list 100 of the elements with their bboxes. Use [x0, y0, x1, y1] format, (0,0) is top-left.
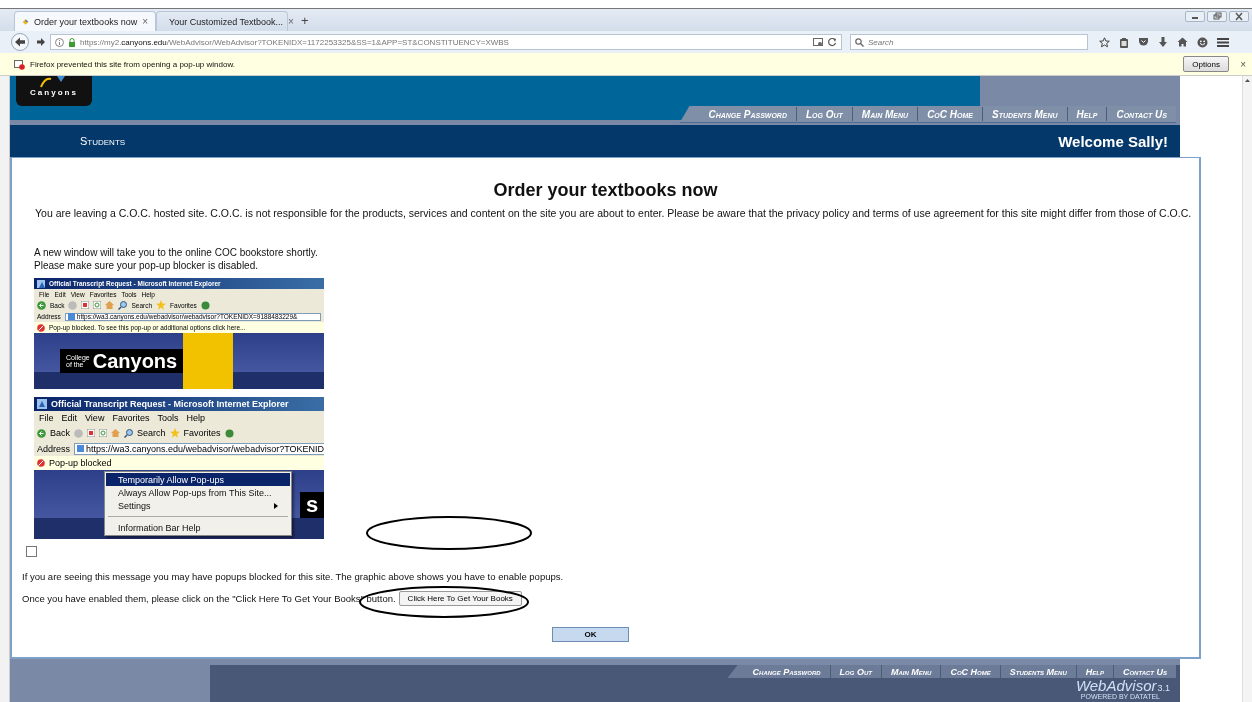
info-icon [55, 37, 64, 47]
download-icon[interactable] [1158, 36, 1168, 48]
brand-logo-text: WebAdvisor [1075, 678, 1157, 693]
page-icon [22, 16, 30, 27]
minimize-icon[interactable] [1185, 11, 1205, 22]
blocked-icon [37, 323, 45, 332]
search-field[interactable]: Search [850, 34, 1088, 50]
intro-text: A new window will take you to the online COC bookstore shortly. Please make sure your pop-up blocker is disabled. [34, 246, 319, 272]
close-icon[interactable] [1229, 11, 1249, 22]
nav-link[interactable]: CoC Home [941, 666, 1000, 677]
forward-icon[interactable] [36, 37, 46, 47]
close-icon[interactable]: × [288, 16, 294, 27]
ok-button[interactable]: OK [552, 627, 630, 642]
media-icon [224, 428, 234, 438]
notification-text: Firefox prevented this site from opening a pop-up window. [30, 59, 236, 69]
star-icon [156, 300, 167, 310]
menu-item-label: Settings [118, 500, 151, 511]
banner-title: Canyons [92, 349, 178, 373]
back-icon[interactable] [10, 33, 32, 51]
submenu-arrow-icon [274, 502, 278, 509]
magnifier-icon [124, 428, 133, 438]
close-icon[interactable]: × [142, 16, 148, 27]
tab-title: Order your textbooks now [34, 16, 138, 27]
address-label: Address [37, 443, 71, 454]
search-icon [855, 37, 864, 47]
context-menu-item[interactable]: Settings [106, 499, 290, 512]
new-tab-button[interactable]: + [298, 13, 312, 28]
url-text: https://my2.canyons.edu/WebAdvisor/WebAdvisor?TOKENIDX=1172253325&SS=1&APP=ST&CONSTITUENCY=XWBS [80, 37, 510, 47]
address-bar[interactable]: https://my2.canyons.edu/WebAdvisor/WebAdvisor?TOKENIDX=1172253325&SS=1&APP=ST&CONSTITUENCY=XWBS [50, 34, 842, 50]
nav-link[interactable]: Change Password [743, 666, 830, 677]
search-input[interactable]: Search [868, 37, 1068, 47]
page-icon [37, 399, 47, 409]
context-menu-item[interactable]: Information Bar Help [106, 521, 290, 534]
page-icon [37, 279, 45, 288]
address-field[interactable]: https://wa3.canyons.edu/webadvisor/webadvisor?TOKENID [74, 442, 324, 455]
menu-item[interactable]: Edit [61, 413, 78, 423]
refresh-icon [93, 301, 102, 309]
home-icon [105, 301, 115, 309]
reload-icon[interactable] [827, 37, 837, 47]
toolbar-button[interactable]: Back [50, 428, 70, 438]
nav-link[interactable]: Contact Us [1113, 666, 1176, 677]
page-icon [77, 445, 85, 452]
menu-item[interactable]: Favorites [112, 413, 150, 423]
information-text: Pop-up blocked [49, 458, 112, 468]
toolbar-button[interactable]: Search [137, 428, 166, 438]
window-title: Official Transcript Request - Microsoft Internet Explorer [51, 399, 289, 409]
smiley-icon[interactable] [1197, 36, 1208, 48]
page-title: Order your textbooks now [492, 180, 719, 201]
disclaimer-text: You are leaving a C.O.C. hosted site. C.O.C. is not responsible for the products, services and content on the site you are about to enter. Please be aware that the privacy policy and terms of use agreement for this site might differ from those of C.O.C. [35, 207, 1192, 219]
toolbar-button[interactable]: Favorites [183, 428, 221, 438]
message-text: If you are seeing this message you may have popups blocked for this site. The graphic above shows you have to enable popups. [22, 571, 565, 582]
star-icon [169, 428, 180, 438]
get-books-button[interactable]: Click Here To Get Your Books [398, 591, 522, 606]
banner-title: s [306, 491, 319, 518]
home-icon[interactable] [1177, 37, 1188, 47]
browser-tab[interactable]: Order your textbooks now × [14, 11, 156, 31]
address-text: https://wa3.canyons.edu/webadvisor/webadvisor?TOKENID [86, 443, 324, 454]
information-bar[interactable]: Pop-up blocked [34, 456, 324, 470]
tab-title: Your Customized Textbook... [169, 16, 284, 27]
back-arrow-icon [37, 428, 46, 438]
logo[interactable]: Canyons [16, 76, 92, 106]
checkbox[interactable] [26, 546, 37, 557]
magnifier-icon [118, 300, 128, 310]
welcome-text: Welcome Sally! [1058, 132, 1168, 150]
menu-item[interactable]: View [85, 413, 105, 423]
logo-text: Canyons [30, 88, 78, 97]
clipboard-icon[interactable] [1119, 36, 1129, 48]
context-menu-item[interactable]: Temporarily Allow Pop-ups [106, 473, 290, 486]
lock-icon [68, 37, 76, 47]
stop-icon [81, 301, 90, 309]
menu-item[interactable]: File [39, 413, 54, 423]
menu-item[interactable]: Help [186, 413, 205, 423]
menu-item-label: Information Bar Help [118, 522, 201, 533]
popup-blocked-icon [14, 58, 25, 70]
options-button[interactable]: Options [1183, 56, 1230, 72]
reader-view-icon[interactable] [813, 37, 823, 47]
banner-stripe [183, 333, 234, 389]
nav-link[interactable]: Main Menu [881, 666, 941, 677]
menu-icon[interactable] [1217, 37, 1229, 47]
page-icon [67, 313, 75, 320]
blocked-icon [37, 459, 45, 467]
restore-icon[interactable] [1207, 11, 1227, 22]
nav-link[interactable]: Help [1076, 666, 1113, 677]
section-title: Students [80, 135, 126, 147]
nav-link[interactable]: Log Out [830, 666, 881, 677]
nav-link[interactable]: Students Menu [1000, 666, 1076, 677]
back-arrow-icon [37, 300, 46, 310]
pocket-icon[interactable] [1138, 37, 1149, 47]
context-menu-item[interactable]: Always Allow Pop-ups from This Site... [106, 486, 290, 499]
close-icon[interactable]: × [1240, 58, 1246, 70]
star-icon[interactable] [1099, 36, 1110, 48]
menu-item[interactable]: Tools [157, 413, 179, 423]
media-icon [200, 300, 210, 310]
version-text: 3.1 [1157, 683, 1170, 693]
instruction-text: Once you have enabled them, please click on the "Click Here To Get Your Books" button. [22, 593, 396, 604]
menu-item-label: Always Allow Pop-ups from This Site... [118, 487, 272, 498]
menu-item-label: Temporarily Allow Pop-ups [118, 474, 225, 485]
stop-icon [87, 429, 95, 437]
scrollbar[interactable] [1242, 76, 1252, 702]
refresh-icon [99, 429, 107, 437]
